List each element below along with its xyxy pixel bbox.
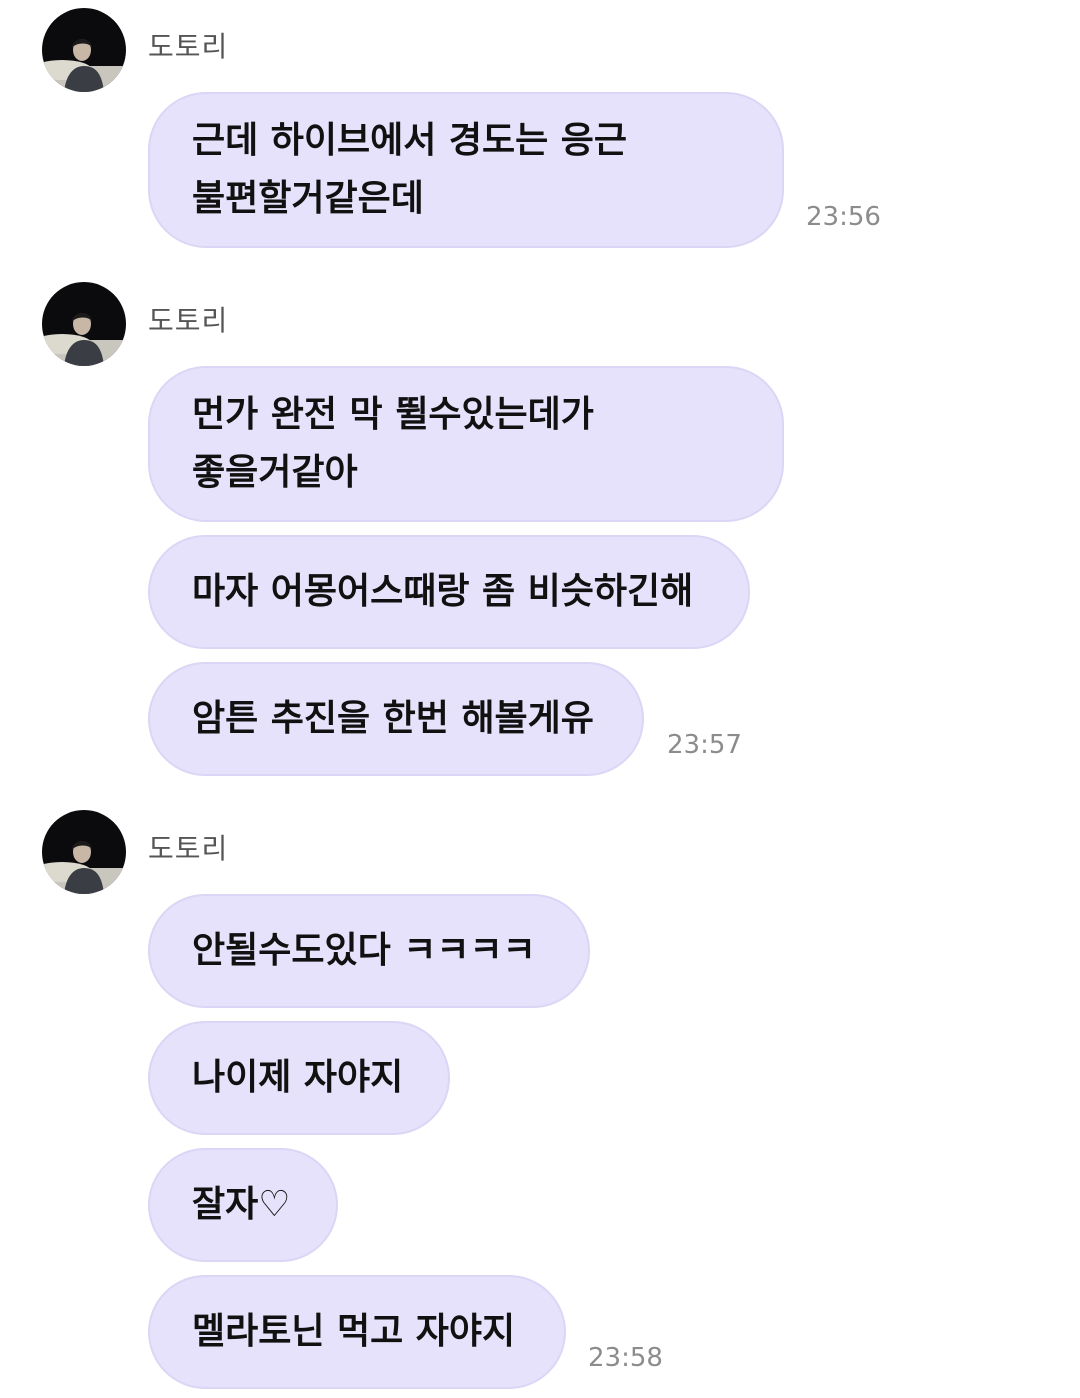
avatar[interactable]: [42, 282, 126, 366]
message-text: 잘자♡: [192, 1184, 291, 1225]
message-bubble[interactable]: 나이제 자야지: [148, 1021, 450, 1135]
avatar[interactable]: [42, 8, 126, 92]
message-bubble[interactable]: 암튼 추진을 한번 해볼게유: [148, 662, 644, 776]
message-text: 암튼 추진을 한번 해볼게유: [192, 698, 594, 739]
message-timestamp: 23:58: [588, 1343, 663, 1373]
message-bubble[interactable]: 먼가 완전 막 뛸수있는데가 좋을거같아: [148, 366, 784, 522]
sender-name: 도토리: [148, 832, 229, 865]
message-timestamp: 23:56: [806, 202, 881, 232]
message-text: 멜라토닌 먹고 자야지: [192, 1311, 516, 1352]
message-text: 마자 어몽어스때랑 좀 비슷하긴해: [192, 571, 694, 612]
message-text: 안될수도있다 ㅋㅋㅋㅋ: [192, 930, 536, 971]
message-text: 나이제 자야지: [192, 1057, 404, 1098]
profile-photo-icon: [42, 810, 126, 894]
message-text: 불편할거같은데: [192, 178, 424, 219]
message-timestamp: 23:57: [667, 730, 742, 760]
message-text: 근데 하이브에서 경도는 응근: [192, 120, 628, 161]
message-bubble[interactable]: 멜라토닌 먹고 자야지: [148, 1275, 566, 1389]
profile-photo-icon: [42, 8, 126, 92]
avatar[interactable]: [42, 810, 126, 894]
message-bubble[interactable]: 안될수도있다 ㅋㅋㅋㅋ: [148, 894, 590, 1008]
message-bubble[interactable]: 잘자♡: [148, 1148, 338, 1262]
message-bubble[interactable]: 마자 어몽어스때랑 좀 비슷하긴해: [148, 535, 750, 649]
message-text: 먼가 완전 막 뛸수있는데가: [192, 394, 594, 435]
sender-name: 도토리: [148, 304, 229, 337]
message-bubble[interactable]: 근데 하이브에서 경도는 응근 불편할거같은데: [148, 92, 784, 248]
profile-photo-icon: [42, 282, 126, 366]
sender-name: 도토리: [148, 30, 229, 63]
message-text: 좋을거같아: [192, 452, 358, 493]
